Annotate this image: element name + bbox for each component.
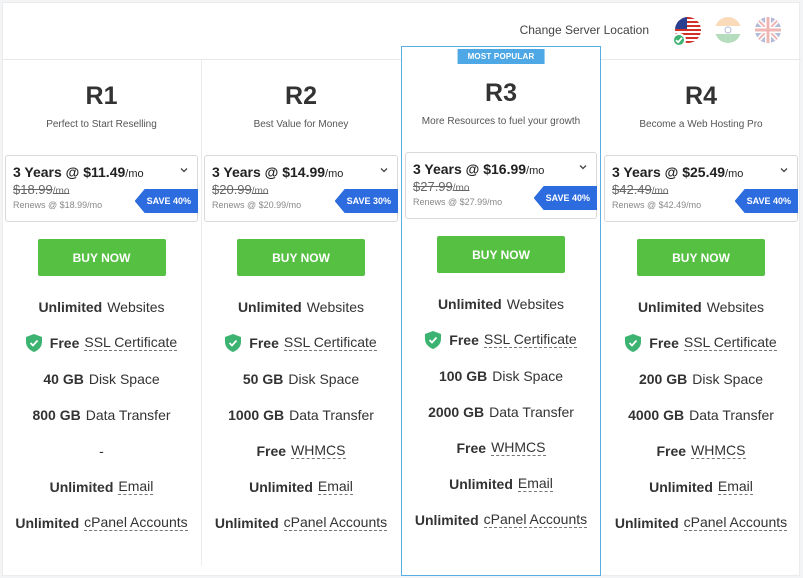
old-price: $27.99/mo	[413, 179, 470, 194]
plan-name: R1	[85, 82, 118, 110]
selected-check-icon	[672, 33, 686, 47]
cpanel-link[interactable]: cPanel Accounts	[483, 511, 588, 529]
cpanel-link[interactable]: cPanel Accounts	[683, 514, 788, 532]
feature-disk: 50 GB Disk Space	[242, 371, 360, 387]
renewal-price: Renews @ $27.99/mo	[413, 197, 503, 207]
feature-whmcs: Free WHMCS	[656, 441, 746, 460]
buy-now-button[interactable]: BUY NOW	[437, 236, 565, 273]
term-price: 3 Years @ $11.49/mo	[13, 164, 144, 180]
term-price: 3 Years @ $14.99/mo	[212, 164, 344, 180]
save-badge: SAVE 40%	[134, 189, 198, 213]
chevron-down-icon	[579, 165, 587, 170]
feature-list: Unlimited Websites Free SSL Certificate 10…	[402, 286, 600, 538]
feature-transfer: 2000 GB Data Transfer	[428, 404, 574, 420]
server-location-label: Change Server Location	[519, 23, 649, 37]
shield-check-icon	[425, 331, 442, 349]
whmcs-link[interactable]: WHMCS	[291, 442, 346, 460]
save-badge: SAVE 30%	[334, 189, 398, 213]
plan-card-r4: R4 Become a Web Hosting Pro 3 Years @ $2…	[601, 60, 801, 566]
whmcs-link[interactable]: WHMCS	[691, 442, 746, 460]
email-link[interactable]: Email	[717, 478, 753, 496]
feature-transfer: 4000 GB Data Transfer	[628, 407, 774, 423]
buy-now-button[interactable]: BUY NOW	[237, 239, 365, 276]
feature-cpanel: Unlimited cPanel Accounts	[15, 513, 188, 532]
feature-ssl: Free SSL Certificate	[201, 325, 401, 361]
feature-transfer: 1000 GB Data Transfer	[228, 407, 374, 423]
term-price: 3 Years @ $16.99/mo	[413, 161, 545, 177]
feature-disk: 40 GB Disk Space	[43, 371, 160, 387]
feature-ssl: Free SSL Certificate	[2, 325, 201, 361]
feature-cpanel: Unlimited cPanel Accounts	[414, 510, 588, 529]
plan-tagline: Become a Web Hosting Pro	[639, 119, 763, 130]
email-link[interactable]: Email	[317, 478, 353, 496]
shield-check-icon	[25, 334, 42, 352]
ssl-link[interactable]: SSL Certificate	[283, 334, 377, 352]
plan-card-r3: MOST POPULAR R3 More Resources to fuel y…	[401, 46, 601, 576]
us-flag-icon[interactable]	[672, 17, 701, 47]
feature-cpanel: Unlimited cPanel Accounts	[614, 513, 788, 532]
plan-name: R3	[485, 79, 517, 107]
buy-now-button[interactable]: BUY NOW	[37, 239, 166, 276]
feature-whmcs: Free WHMCS	[456, 438, 546, 457]
feature-websites: Unlimited Websites	[38, 299, 165, 315]
renewal-price: Renews @ $42.49/mo	[612, 200, 702, 210]
plan-tagline: Perfect to Start Reselling	[46, 119, 157, 130]
feature-whmcs: -	[99, 443, 104, 459]
email-link[interactable]: Email	[517, 475, 553, 493]
term-selector[interactable]: 3 Years @ $25.49/mo $42.49/mo Renews @ $…	[604, 155, 798, 222]
chevron-down-icon	[380, 168, 388, 173]
ssl-link[interactable]: SSL Certificate	[483, 331, 577, 349]
feature-email: Unlimited Email	[449, 474, 553, 493]
plan-tagline: Best Value for Money	[253, 119, 349, 130]
buy-now-button[interactable]: BUY NOW	[637, 239, 765, 276]
plan-card-r1: R1 Perfect to Start Reselling 3 Years @ …	[2, 60, 202, 566]
feature-email: Unlimited Email	[49, 477, 154, 496]
server-location-bar: Change Server Location	[519, 16, 781, 47]
renewal-price: Renews @ $20.99/mo	[212, 200, 302, 210]
old-price: $42.49/mo	[612, 182, 669, 197]
feature-email: Unlimited Email	[249, 477, 353, 496]
feature-websites: Unlimited Websites	[237, 299, 365, 315]
shield-check-icon	[625, 334, 642, 352]
feature-list: Unlimited Websites Free SSL Certificate 40…	[2, 289, 201, 541]
feature-disk: 100 GB Disk Space	[438, 368, 564, 384]
feature-email: Unlimited Email	[649, 477, 753, 496]
india-flag-icon[interactable]	[715, 17, 741, 43]
term-price: 3 Years @ $25.49/mo	[612, 164, 744, 180]
save-badge: SAVE 40%	[734, 189, 798, 213]
save-badge: SAVE 40%	[533, 186, 597, 210]
feature-list: Unlimited Websites Free SSL Certificate 50…	[201, 289, 401, 541]
feature-ssl: Free SSL Certificate	[601, 325, 801, 361]
plan-name: R4	[685, 82, 717, 110]
ssl-link[interactable]: SSL Certificate	[84, 334, 178, 352]
cpanel-link[interactable]: cPanel Accounts	[283, 514, 388, 532]
cpanel-link[interactable]: cPanel Accounts	[84, 514, 188, 532]
plan-name: R2	[285, 82, 317, 110]
feature-cpanel: Unlimited cPanel Accounts	[214, 513, 388, 532]
ssl-link[interactable]: SSL Certificate	[683, 334, 777, 352]
shield-check-icon	[225, 334, 242, 352]
feature-ssl: Free SSL Certificate	[402, 322, 600, 358]
feature-websites: Unlimited Websites	[437, 296, 565, 312]
feature-disk: 200 GB Disk Space	[638, 371, 764, 387]
feature-transfer: 800 GB Data Transfer	[32, 407, 171, 423]
term-selector[interactable]: 3 Years @ $11.49/mo $18.99/mo Renews @ $…	[5, 155, 198, 222]
plan-tagline: More Resources to fuel your growth	[421, 116, 581, 127]
feature-list: Unlimited Websites Free SSL Certificate 20…	[601, 289, 801, 541]
feature-websites: Unlimited Websites	[637, 299, 765, 315]
whmcs-link[interactable]: WHMCS	[491, 439, 546, 457]
chevron-down-icon	[180, 168, 188, 173]
chevron-down-icon	[780, 168, 788, 173]
uk-flag-icon[interactable]	[755, 17, 781, 43]
old-price: $20.99/mo	[212, 182, 269, 197]
old-price: $18.99/mo	[13, 182, 70, 197]
plan-card-r2: R2 Best Value for Money 3 Years @ $14.99…	[201, 60, 401, 566]
most-popular-badge: MOST POPULAR	[457, 49, 545, 64]
renewal-price: Renews @ $18.99/mo	[13, 200, 103, 210]
term-selector[interactable]: 3 Years @ $16.99/mo $27.99/mo Renews @ $…	[405, 152, 597, 219]
feature-whmcs: Free WHMCS	[256, 441, 346, 460]
email-link[interactable]: Email	[118, 478, 154, 496]
term-selector[interactable]: 3 Years @ $14.99/mo $20.99/mo Renews @ $…	[204, 155, 398, 222]
